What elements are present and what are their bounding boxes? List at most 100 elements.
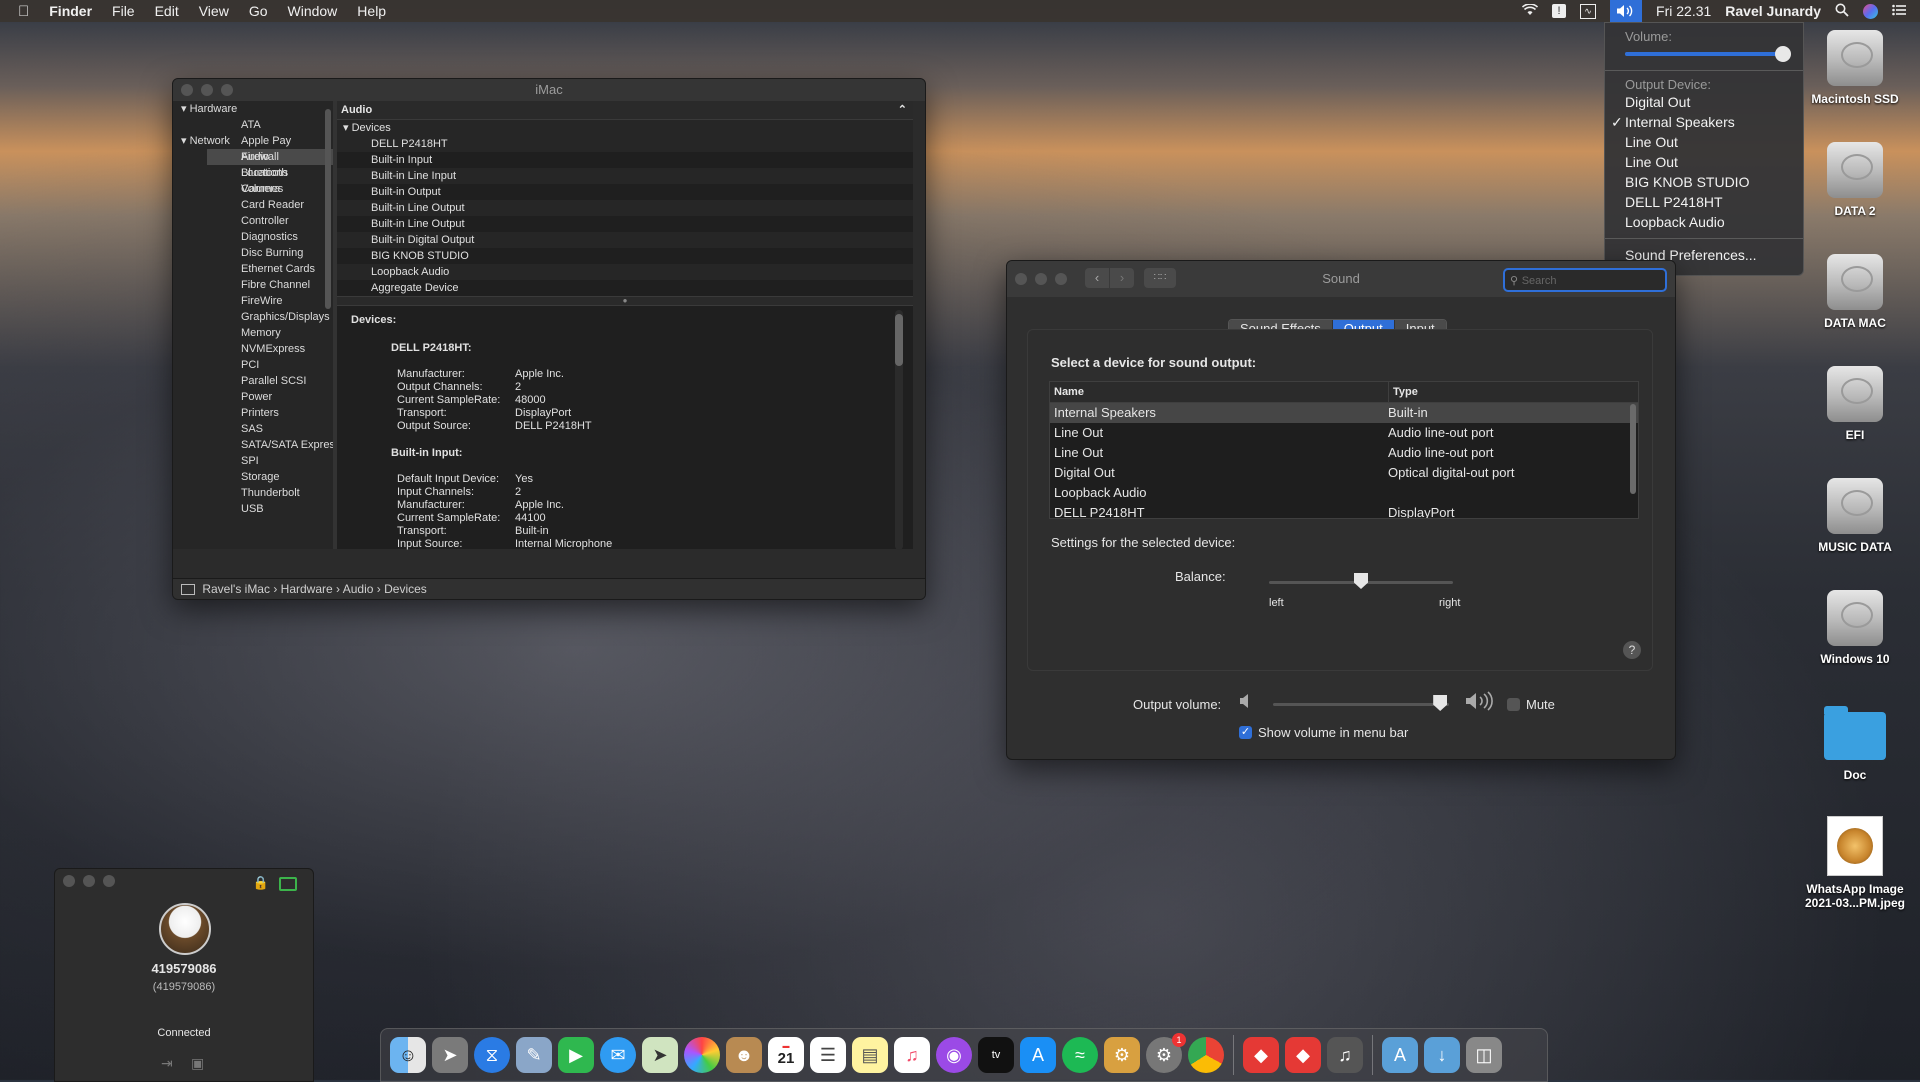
audio-midi-icon[interactable]: ♫ [1327,1037,1363,1073]
path-item-devices[interactable]: Devices [384,582,427,596]
close-button[interactable] [181,84,193,96]
menu-app-name[interactable]: Finder [49,3,92,19]
automator-icon[interactable]: ⚙ [1104,1037,1140,1073]
mute-checkbox[interactable]: Mute [1507,697,1555,712]
anydesk-icon[interactable]: ◆ [1243,1037,1279,1073]
music-icon[interactable]: ♫ [894,1037,930,1073]
apple-icon[interactable]:  [18,3,29,20]
menu-view[interactable]: View [199,3,229,19]
close-button[interactable] [1015,273,1027,285]
finder-icon[interactable]: ☺ [390,1037,426,1073]
mute-checkbox-box[interactable] [1507,698,1520,711]
search-field[interactable]: ⚲ Search [1503,268,1667,292]
spotify-icon[interactable]: ≈ [1062,1037,1098,1073]
chat-icon[interactable]: ▣ [191,1055,204,1072]
sidebar-item[interactable]: Controller [207,213,333,229]
sidebar-item[interactable]: Ethernet Cards [207,261,333,277]
close-button[interactable] [63,875,75,887]
volume-slider-knob[interactable] [1775,46,1791,62]
path-item-computer[interactable]: Ravel's iMac [202,582,270,596]
sidebar-item[interactable]: Power [207,389,333,405]
maps-icon[interactable]: ➤ [642,1037,678,1073]
messages-icon[interactable]: ✉ [600,1037,636,1073]
table-row[interactable]: Line Out Audio line-out port [1050,423,1638,443]
output-device-item[interactable]: Line Out [1605,132,1803,152]
safari-icon[interactable]: ⧖ [474,1037,510,1073]
show-all-grid-icon[interactable]: ∷∷ [1144,268,1176,288]
menu-window[interactable]: Window [288,3,338,19]
desktop-icon[interactable]: EFI [1800,366,1910,442]
device-list-row[interactable]: Built-in Line Output [337,200,913,216]
apple-tv-icon[interactable]: tv [978,1037,1014,1073]
desktop-icon[interactable]: DATA MAC [1800,254,1910,330]
downloads-folder-icon[interactable]: ↓ [1424,1037,1460,1073]
output-device-item[interactable]: BIG KNOB STUDIO [1605,172,1803,192]
contacts-icon[interactable]: ☻ [726,1037,762,1073]
output-device-item[interactable]: Loopback Audio [1605,212,1803,232]
sidebar-item[interactable]: Storage [207,469,333,485]
table-row[interactable]: Digital Out Optical digital-out port [1050,463,1638,483]
reminders-icon[interactable]: ☰ [810,1037,846,1073]
output-device-item[interactable]: Line Out [1605,152,1803,172]
sidebar-item[interactable]: Graphics/Displays [207,309,333,325]
sidebar-item[interactable]: ATA [207,117,333,133]
menu-file[interactable]: File [112,3,135,19]
table-row[interactable]: DELL P2418HT DisplayPort [1050,503,1638,518]
wifi-icon[interactable] [1521,3,1539,19]
sidebar-item[interactable]: Fibre Channel [207,277,333,293]
device-list-row[interactable]: Built-in Line Output [337,216,913,232]
sidebar-item[interactable]: NVMExpress [207,341,333,357]
siri-icon[interactable] [1863,3,1878,19]
sidebar-header-hardware[interactable]: ▾ Hardware [173,101,333,117]
activity-icon[interactable]: ∿ [1580,3,1597,19]
audio-column-header[interactable]: Audio ⌃ [337,101,913,120]
zoom-button[interactable] [103,875,115,887]
split-view-divider[interactable]: ● [337,296,913,306]
sidebar-item[interactable]: Card Reader [207,197,333,213]
sidebar-item[interactable]: Disc Burning [207,245,333,261]
sidebar-item[interactable]: Printers [207,405,333,421]
sidebar-item[interactable]: Volumes [207,181,333,197]
volume-menu-icon[interactable] [1610,0,1643,22]
sidebar-item[interactable]: Memory [207,325,333,341]
back-button[interactable]: ‹ [1085,268,1109,288]
desktop-icon[interactable]: Macintosh SSD [1800,30,1910,106]
device-list-row[interactable]: Loopback Audio [337,264,913,280]
sidebar-item[interactable]: Locations [207,165,333,181]
path-item-hardware[interactable]: Hardware [281,582,333,596]
output-device-item[interactable]: Digital Out [1605,92,1803,112]
menu-edit[interactable]: Edit [155,3,179,19]
column-header-name[interactable]: Name [1054,382,1084,402]
menu-help[interactable]: Help [357,3,386,19]
device-list-row[interactable]: DELL P2418HT [337,136,913,152]
applications-folder-icon[interactable]: A [1382,1037,1418,1073]
volume-slider[interactable] [1605,44,1803,64]
show-volume-checkbox[interactable]: ✓ Show volume in menu bar [1239,725,1408,740]
trash-icon[interactable]: ◫ [1466,1037,1502,1073]
notification-center-icon[interactable] [1892,3,1906,19]
chrome-icon[interactable] [1188,1037,1224,1073]
output-volume-slider[interactable] [1273,695,1449,713]
menu-user[interactable]: Ravel Junardy [1725,3,1821,19]
sidebar-item[interactable]: SPI [207,453,333,469]
preview-icon[interactable]: ✎ [516,1037,552,1073]
sidebar-item[interactable]: SATA/SATA Express [207,437,340,453]
desktop-icon[interactable]: Windows 10 [1800,590,1910,666]
device-list-row[interactable]: Built-in Digital Output [337,232,913,248]
forward-button[interactable]: › [1110,268,1134,288]
calendar-icon[interactable]: ▬ 21 [768,1037,804,1073]
path-item-audio[interactable]: Audio [343,582,374,596]
sidebar-item[interactable]: PCI [207,357,333,373]
sidebar-item[interactable]: Parallel SCSI [207,373,333,389]
minimize-button[interactable] [201,84,213,96]
device-list-row[interactable]: Built-in Input [337,152,913,168]
help-button[interactable]: ? [1623,641,1641,659]
launchpad-icon[interactable]: ➤ [432,1037,468,1073]
devices-group-row[interactable]: ▾ Devices [337,120,913,136]
device-list-row[interactable]: Aggregate Device [337,280,913,296]
detail-scrollbar[interactable] [895,310,903,550]
output-device-item[interactable]: ✓ Internal Speakers [1605,112,1803,132]
notes-icon[interactable]: ▤ [852,1037,888,1073]
table-row[interactable]: Line Out Audio line-out port [1050,443,1638,463]
column-header-type[interactable]: Type [1388,382,1418,402]
